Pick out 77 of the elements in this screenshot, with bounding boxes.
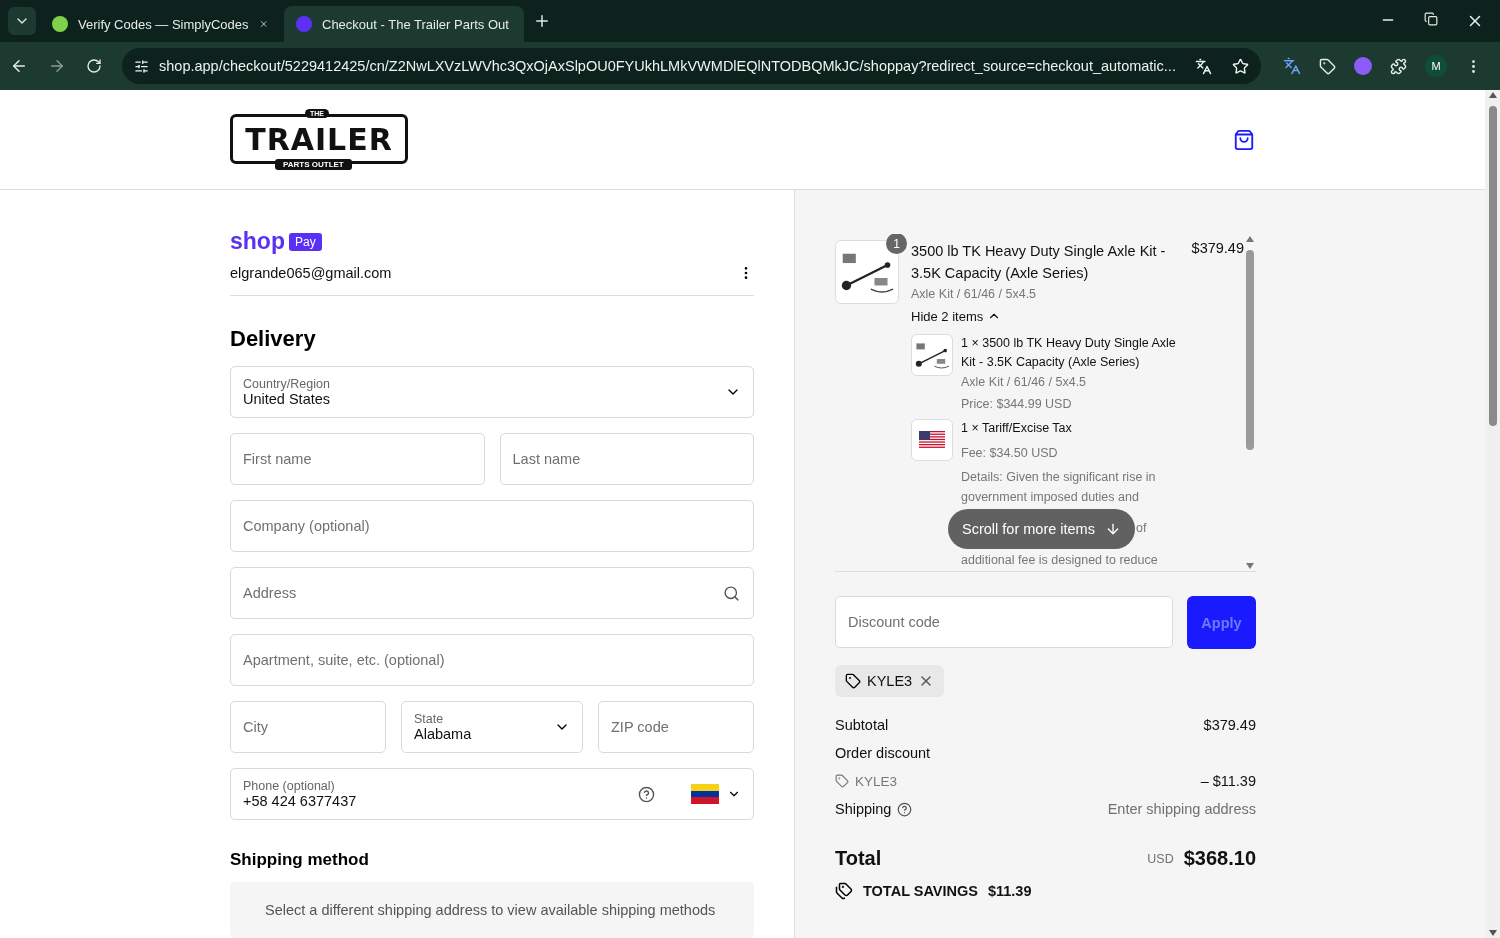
item-price: Fee: $34.50 USD: [961, 446, 1059, 461]
tag-icon: [845, 673, 861, 689]
details-text: Details: Given the significant rise in: [961, 469, 1157, 487]
scroll-down-icon[interactable]: [1246, 563, 1254, 569]
restore-icon[interactable]: [1424, 12, 1438, 26]
favicon-icon: [52, 16, 68, 32]
input-field[interactable]: First name: [230, 433, 485, 485]
input-field[interactable]: Company (optional): [230, 500, 754, 552]
scrollbar-thumb[interactable]: [1246, 250, 1254, 450]
scroll-up-icon[interactable]: [1246, 236, 1254, 242]
tag-icon[interactable]: [1319, 57, 1336, 75]
info-message: Select a different shipping address to view available shipping methods: [230, 882, 754, 938]
extensions-icon[interactable]: [1390, 57, 1407, 75]
total-value: $368.10: [1183, 847, 1256, 870]
email-text: elgrande065@gmail.com: [230, 265, 392, 281]
address-bar[interactable]: shop.app/checkout/5229412425/cn/Z2NwLXVzLWVhc3QxOjAxSlpOU0FYUkhLMkVWMDlEQlNTODBQMkJC/shoppay?redirect_source=checkout_automatic...: [122, 48, 1261, 84]
summary-value: Enter shipping address: [1107, 801, 1256, 817]
tags-icon: [835, 882, 853, 900]
star-icon[interactable]: [1232, 57, 1249, 75]
toggle-items-button[interactable]: Hide 2 items: [911, 308, 1002, 324]
variant-text: Axle Kit / 61/46 / 5x4.5: [911, 286, 1038, 301]
forward-icon[interactable]: [48, 57, 66, 75]
scrollbar-thumb[interactable]: [1488, 106, 1497, 426]
back-icon[interactable]: [10, 57, 28, 75]
flag-icon: [919, 431, 945, 450]
phone-field[interactable]: Phone (optional) +58 424 6377437: [230, 768, 754, 820]
axle-kit-icon: [914, 340, 950, 370]
tag-icon: [835, 774, 849, 788]
input-field[interactable]: Last name: [499, 433, 754, 485]
scroll-up-icon[interactable]: [1488, 92, 1497, 98]
tab-list-button[interactable]: [8, 7, 36, 35]
discount-tag: KYLE3: [835, 665, 945, 697]
translate-icon[interactable]: [1195, 57, 1212, 75]
item-name: 1 × Tariff/Excise Tax: [961, 420, 1073, 438]
section-heading: Shipping method: [230, 850, 370, 870]
profile-avatar[interactable]: M: [1425, 55, 1447, 77]
site-info-icon[interactable]: [134, 58, 149, 74]
summary-label: Subtotal: [835, 717, 889, 733]
scroll-down-icon[interactable]: [1488, 930, 1497, 936]
extension-icon[interactable]: [1354, 57, 1372, 75]
details-text: additional fee is designed to reduce: [961, 551, 1159, 569]
summary-value: – $11.39: [1200, 773, 1256, 789]
reload-icon[interactable]: [86, 58, 102, 74]
shopping-bag-icon[interactable]: [1233, 128, 1255, 151]
search-icon: [723, 585, 740, 602]
variant-text: Axle Kit / 61/46 / 5x4.5: [961, 375, 1088, 390]
total-label: Total: [835, 847, 882, 870]
savings-label: TOTAL SAVINGS: [863, 883, 978, 899]
help-icon: [897, 801, 913, 817]
summary-value: $379.49: [1203, 717, 1256, 733]
input-field[interactable]: Apartment, suite, etc. (optional): [230, 634, 754, 686]
item-price: Price: $344.99 USD: [961, 397, 1073, 412]
quantity-badge: 1: [886, 234, 907, 254]
input-field[interactable]: City: [230, 701, 386, 753]
currency-text: USD: [1147, 851, 1174, 866]
item-name: 1 × 3500 lb TK Heavy Duty Single Axle Kit - 3.5K Capacity (Axle Series): [961, 334, 1177, 371]
flag-icon: [691, 784, 719, 804]
product-name: 3500 lb TK Heavy Duty Single Axle Kit - 3.5K Capacity (Axle Series): [911, 242, 1167, 284]
select-field[interactable]: State Alabama: [401, 701, 583, 753]
section-heading: Delivery: [230, 326, 317, 352]
product-price: $379.49: [1191, 240, 1244, 258]
input-field[interactable]: ZIP code: [598, 701, 754, 753]
plus-icon: [533, 12, 551, 30]
browser-tab[interactable]: Checkout - The Trailer Parts Out: [284, 6, 524, 42]
favicon-icon: [296, 16, 312, 32]
help-icon: [638, 785, 655, 803]
summary-label: Shipping: [835, 801, 892, 817]
input-field[interactable]: Address: [230, 567, 754, 619]
shop-pay-logo: shop Pay: [230, 228, 322, 255]
scroll-hint-button[interactable]: Scroll for more items: [948, 508, 1135, 549]
details-text: of: [1136, 520, 1147, 538]
browser-tab[interactable]: Verify Codes — SimplyCodes: [40, 6, 280, 42]
details-text: government imposed duties and: [961, 488, 1140, 506]
discount-code: KYLE3: [855, 773, 898, 789]
summary-label: Order discount: [835, 745, 931, 761]
select-field[interactable]: Country/Region United States: [230, 366, 754, 418]
savings-value: $11.39: [987, 883, 1032, 899]
